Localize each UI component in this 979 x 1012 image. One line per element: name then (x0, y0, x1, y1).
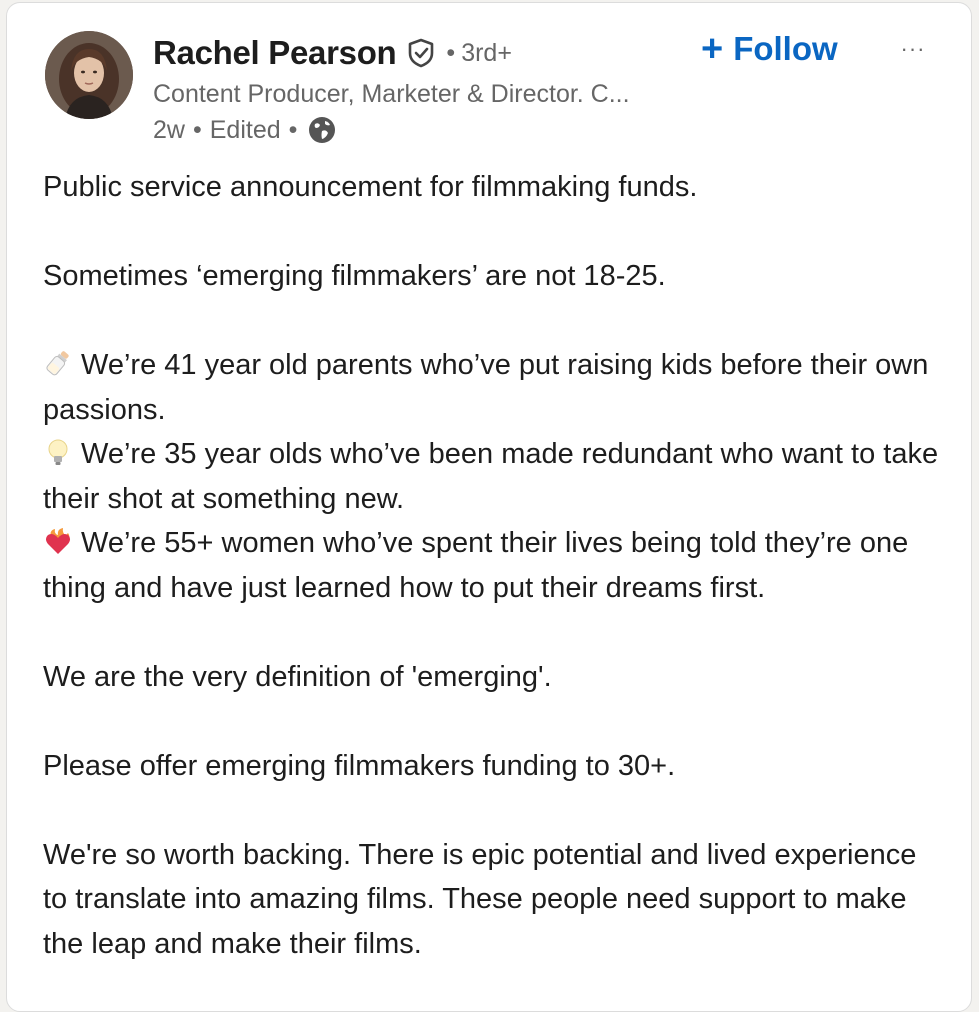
author-headline[interactable]: Content Producer, Marketer & Director. C… (153, 77, 683, 111)
name-row: Rachel Pearson • 3rd+ (153, 31, 713, 75)
verified-shield-icon (406, 38, 436, 68)
author-name[interactable]: Rachel Pearson (153, 34, 397, 72)
heart-on-fire-icon (43, 525, 73, 555)
list-item-text: We’re 55+ women who’ve spent their lives… (43, 527, 909, 604)
post-card: Rachel Pearson • 3rd+ Content Producer, … (6, 2, 972, 1012)
post-paragraph: We are the very definition of 'emerging'… (43, 660, 552, 693)
light-bulb-icon (43, 436, 73, 466)
edited-label: Edited (209, 115, 281, 144)
connection-degree: 3rd+ (461, 38, 512, 67)
post-paragraph: Public service announcement for filmmaki… (43, 171, 698, 203)
avatar-image (45, 31, 133, 119)
baby-bottle-icon (43, 347, 73, 377)
post-list-item: We’re 35 year olds who’ve been made redu… (43, 432, 948, 521)
degree-separator: • (446, 38, 456, 67)
post-list-item: We’re 55+ women who’ve spent their lives… (43, 521, 948, 610)
list-item-text: We’re 35 year olds who’ve been made redu… (43, 438, 939, 515)
post-meta: 2w • Edited • (153, 111, 713, 149)
post-time[interactable]: 2w (153, 116, 185, 145)
plus-icon: + (701, 28, 724, 70)
post-paragraph: We're so worth backing. There is epic po… (43, 838, 917, 960)
author-info: Rachel Pearson • 3rd+ Content Producer, … (153, 31, 713, 149)
post-list-item: We’re 41 year old parents who’ve put rai… (43, 343, 948, 432)
globe-icon (307, 115, 337, 145)
meta-separator: • (192, 115, 202, 144)
follow-button[interactable]: + Follow (701, 27, 838, 71)
follow-label: Follow (733, 30, 838, 67)
more-options-button[interactable]: ··· (893, 31, 933, 67)
post-body: Public service announcement for filmmaki… (43, 165, 948, 966)
post-paragraph: Please offer emerging filmmakers funding… (43, 749, 676, 782)
meta-separator: • (288, 115, 298, 144)
list-item-text: We’re 41 year old parents who’ve put rai… (43, 349, 929, 426)
post-paragraph: Sometimes ‘emerging filmmakers’ are not … (43, 260, 666, 292)
avatar[interactable] (45, 31, 133, 119)
ellipsis-icon: ··· (900, 36, 926, 61)
